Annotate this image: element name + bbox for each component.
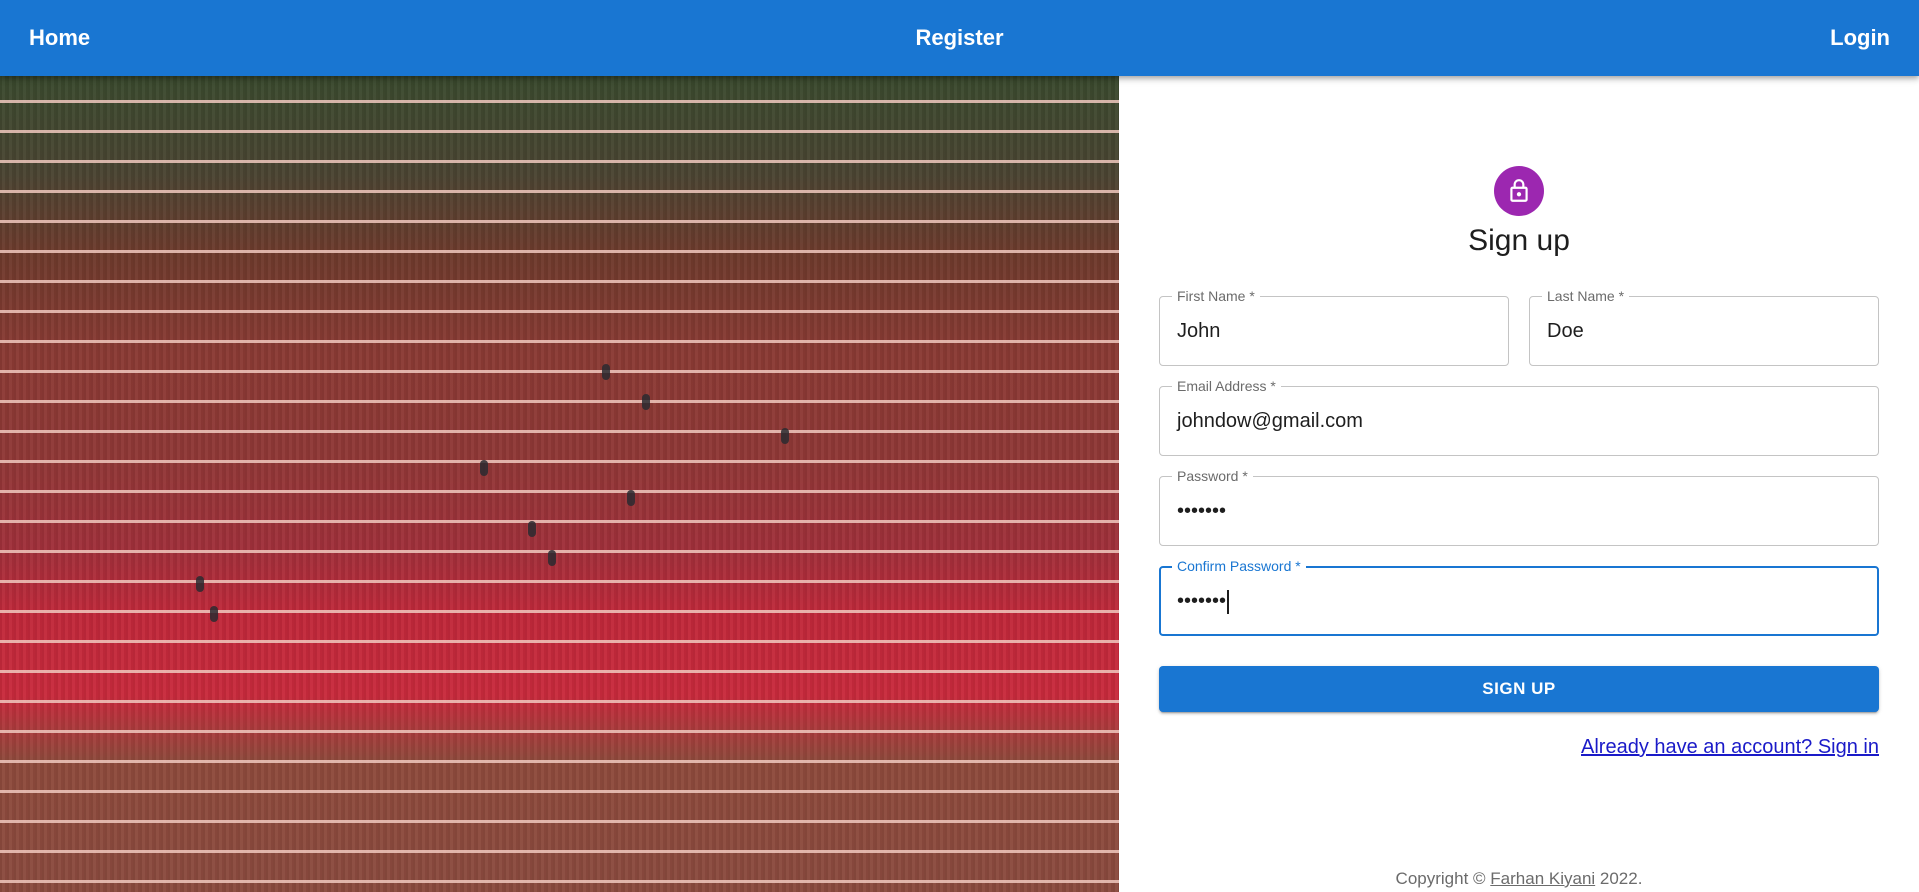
app-bar: Home Register Login (0, 0, 1919, 76)
field-worker (196, 576, 204, 592)
field-worker (602, 364, 610, 380)
copyright-footer: Copyright © Farhan Kiyani 2022. (1119, 869, 1919, 889)
copyright-year: 2022. (1595, 869, 1643, 888)
field-worker (781, 428, 789, 444)
tulip-field-image (0, 76, 1119, 892)
field-worker (627, 490, 635, 506)
first-name-input[interactable]: John (1177, 297, 1220, 365)
nav-login-link[interactable]: Login (1830, 0, 1890, 76)
author-link[interactable]: Farhan Kiyani (1490, 869, 1595, 888)
field-worker (642, 394, 650, 410)
email-field[interactable]: Email Address * johndow@gmail.com (1159, 378, 1879, 456)
field-worker (480, 460, 488, 476)
field-worker (528, 521, 536, 537)
nav-home-link[interactable]: Home (29, 0, 90, 76)
password-input[interactable]: ••••••• (1177, 477, 1226, 545)
confirm-password-field[interactable]: Confirm Password * ••••••• (1159, 558, 1879, 636)
signup-panel: Sign up First Name * John Last Name * Do… (1119, 76, 1919, 892)
first-name-field[interactable]: First Name * John (1159, 288, 1509, 366)
email-input[interactable]: johndow@gmail.com (1177, 387, 1363, 455)
text-caret (1227, 589, 1230, 614)
last-name-input[interactable]: Doe (1547, 297, 1584, 365)
field-rows (0, 76, 1119, 892)
nav-register-container: Register (0, 0, 1919, 76)
sign-up-button[interactable]: SIGN UP (1159, 666, 1879, 712)
sign-in-link[interactable]: Already have an account? Sign in (1581, 736, 1879, 759)
last-name-field[interactable]: Last Name * Doe (1529, 288, 1879, 366)
nav-register-link[interactable]: Register (915, 25, 1003, 50)
field-worker (210, 606, 218, 622)
confirm-password-input-wrap[interactable]: ••••••• (1177, 568, 1230, 634)
password-field[interactable]: Password * ••••••• (1159, 468, 1879, 546)
lock-icon (1510, 179, 1528, 202)
copyright-prefix: Copyright © (1395, 869, 1491, 888)
lock-avatar (1494, 166, 1544, 216)
field-worker (548, 550, 556, 566)
page-title: Sign up (1468, 224, 1570, 257)
confirm-password-input[interactable]: ••••••• (1177, 590, 1226, 612)
